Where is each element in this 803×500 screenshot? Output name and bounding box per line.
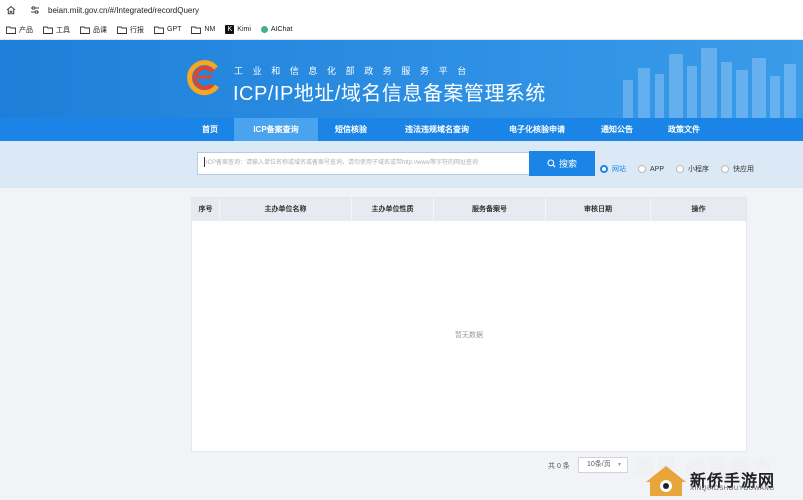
main-nav: 首页 ICP备案查询 短信核验 违法违规域名查询 电子化核验申请 通知公告 政策…	[0, 118, 803, 141]
pagination-total: 共 0 条	[548, 463, 570, 470]
home-icon[interactable]	[3, 2, 19, 18]
bookmark-tools[interactable]: 工具	[43, 25, 70, 35]
radio-website[interactable]: 网站	[600, 164, 626, 174]
browser-address-bar: beian.miit.gov.cn/#/Integrated/recordQue…	[0, 0, 803, 20]
nav-e-verify-apply[interactable]: 电子化核验申请	[490, 118, 584, 141]
column-header-actions: 操作	[691, 206, 706, 213]
radio-quick-app[interactable]: 快应用	[721, 164, 754, 174]
folder-icon	[80, 26, 90, 34]
bookmark-kimi[interactable]: K Kimi	[225, 25, 251, 34]
empty-state-text: 暂无数据	[455, 332, 483, 339]
column-header-index: 序号	[192, 198, 220, 221]
chevron-down-icon: ▾	[617, 462, 621, 468]
bookmark-aichat[interactable]: AIChat	[260, 26, 292, 33]
nav-notices[interactable]: 通知公告	[584, 118, 650, 141]
site-settings-icon[interactable]	[28, 3, 42, 17]
bookmarks-bar: 产品 工具 品课 行报 GPT NM K Kimi AIChat	[0, 20, 803, 40]
city-skyline-graphic	[623, 48, 796, 118]
bookmark-courses[interactable]: 品课	[80, 25, 107, 35]
nav-home[interactable]: 首页	[186, 118, 234, 141]
table-header: 序号 主办单位名称 主办单位性质 服务备案号 审核日期 操作	[192, 198, 746, 221]
radio-mini-program[interactable]: 小程序	[676, 164, 709, 174]
nav-sms-verify[interactable]: 短信核验	[318, 118, 384, 141]
nav-icp-record-query[interactable]: ICP备案查询	[234, 118, 318, 141]
bookmark-reports[interactable]: 行报	[117, 25, 144, 35]
kimi-logo-icon: K	[225, 25, 235, 34]
column-header-record-number: 服务备案号	[434, 198, 546, 221]
results-table: 序号 主办单位名称 主办单位性质 服务备案号 审核日期 操作 暂无数据	[191, 197, 747, 452]
search-icon	[547, 159, 556, 168]
search-input[interactable]: ICP备案查询：请输入单位名称或域名或备案号查询，请勿使用子域名或带http:/…	[197, 152, 529, 175]
address-url[interactable]: beian.miit.gov.cn/#/Integrated/recordQue…	[48, 6, 199, 15]
nav-illegal-domain-query[interactable]: 违法违规域名查询	[384, 118, 490, 141]
miit-logo-icon	[187, 60, 220, 96]
bookmark-gpt[interactable]: GPT	[154, 26, 181, 34]
search-type-options: 网站 APP 小程序 快应用	[600, 164, 766, 174]
folder-icon	[154, 26, 164, 34]
radio-empty-icon	[638, 165, 646, 173]
column-header-owner-type: 主办单位性质	[352, 198, 434, 221]
search-placeholder: ICP备案查询：请输入单位名称或域名或备案号查询，请勿使用子域名或带http:/…	[206, 160, 479, 166]
folder-icon	[191, 26, 202, 34]
folder-icon	[6, 26, 16, 34]
folder-icon	[43, 26, 53, 34]
column-header-owner-name: 主办单位名称	[220, 198, 352, 221]
search-button[interactable]: 搜索	[529, 151, 595, 176]
radio-app[interactable]: APP	[638, 165, 664, 173]
brand-watermark-subtext: XINQIAOSHOUYOUWANG	[690, 486, 775, 492]
page-title: ICP/IP地址/域名信息备案管理系统	[233, 83, 546, 105]
nav-policy-documents[interactable]: 政策文件	[650, 118, 718, 141]
radio-selected-icon	[600, 165, 608, 173]
page-size-select[interactable]: 10条/页 ▾	[578, 457, 628, 473]
platform-subtitle: 工业和信息化部政务服务平台	[234, 66, 476, 76]
text-caret	[204, 157, 205, 168]
bookmark-nm[interactable]: NM	[191, 26, 215, 34]
bookmark-product[interactable]: 产品	[6, 25, 33, 35]
aichat-logo-icon	[260, 26, 268, 33]
column-header-review-date: 审核日期	[546, 198, 651, 221]
radio-empty-icon	[676, 165, 685, 173]
radio-empty-icon	[721, 165, 730, 173]
folder-icon	[117, 26, 127, 34]
